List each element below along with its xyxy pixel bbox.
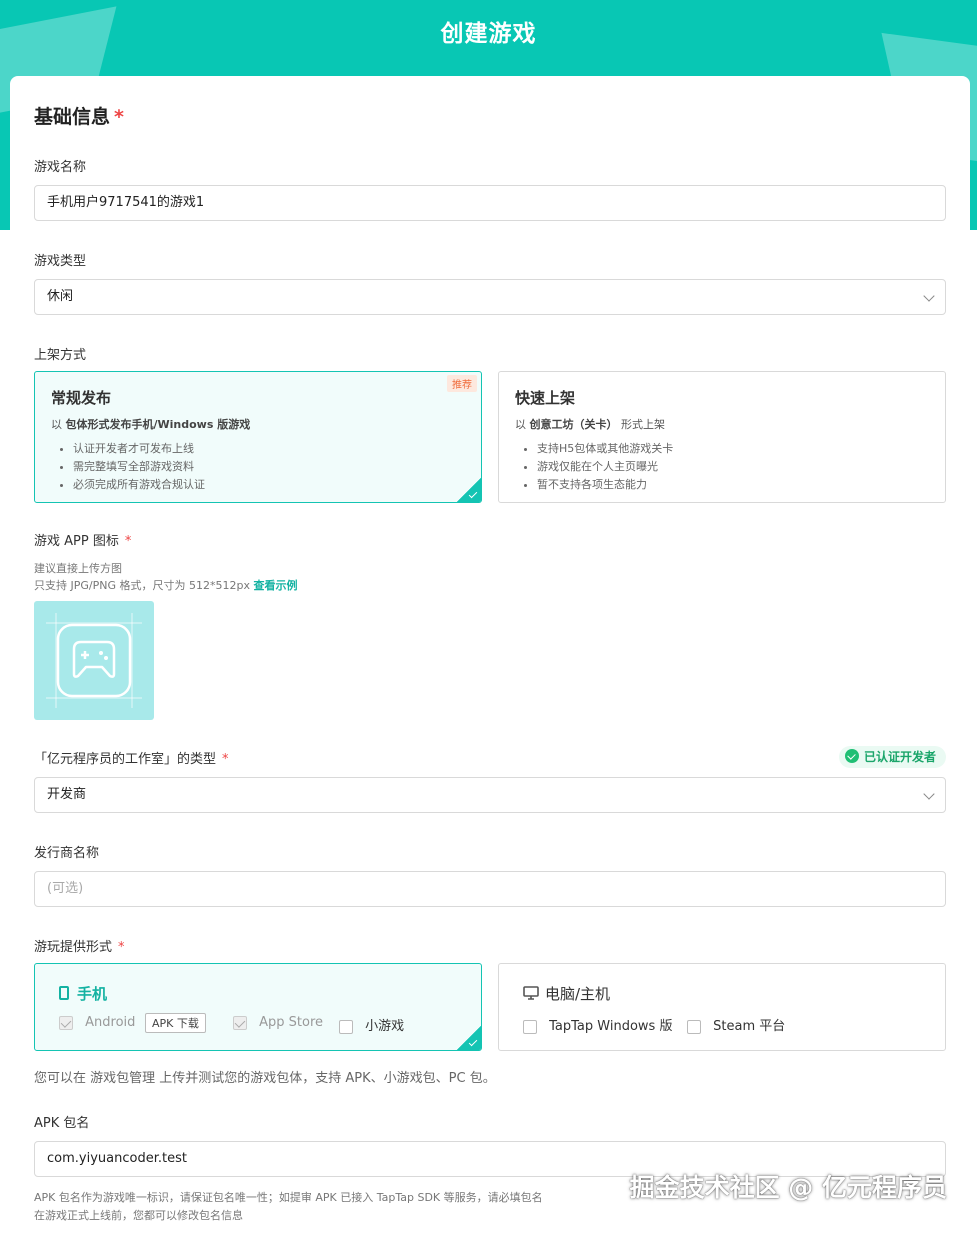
pc-title-text: 电脑/主机 bbox=[545, 985, 611, 1003]
icon-hint-1: 建议直接上传方图 bbox=[34, 562, 122, 575]
apk-hint-1: APK 包名作为游戏唯一标识，请保证包名唯一性；如提审 APK 已接入 TapT… bbox=[34, 1191, 543, 1204]
verified-text: 已认证开发者 bbox=[863, 750, 936, 764]
option-bullets: 支持H5包体或其他游戏关卡 游戏仅能在个人主页曝光 暂不支持各项生态能力 bbox=[537, 440, 673, 494]
selected-check-icon bbox=[457, 478, 481, 502]
studio-type-label-text: 「亿元程序员的工作室」的类型 bbox=[34, 752, 217, 767]
apk-hint-2: 在游戏正式上线前，您都可以修改包名信息 bbox=[34, 1209, 243, 1222]
section-title-text: 基础信息 bbox=[34, 106, 111, 128]
apk-download-tag[interactable]: APK 下载 bbox=[145, 1013, 206, 1033]
game-name-label: 游戏名称 bbox=[34, 160, 87, 175]
desc-bold: 包体形式发布手机/Windows 版游戏 bbox=[65, 418, 251, 431]
checkbox-icon bbox=[687, 1019, 701, 1034]
game-type-select[interactable]: 休闲 bbox=[34, 279, 946, 315]
required-star: * bbox=[118, 940, 125, 955]
studio-type-label: 「亿元程序员的工作室」的类型 * bbox=[34, 748, 229, 767]
apk-name-label: APK 包名 bbox=[34, 1116, 90, 1131]
app-icon-label-text: 游戏 APP 图标 bbox=[34, 534, 119, 549]
bullet: 认证开发者才可发布上线 bbox=[73, 440, 205, 458]
verified-developer-badge: 已认证开发者 bbox=[838, 746, 946, 768]
required-star: * bbox=[114, 106, 124, 128]
windows-checkbox[interactable]: TapTap Windows 版 bbox=[523, 1015, 672, 1034]
publisher-input[interactable]: (可选) bbox=[34, 871, 946, 907]
appstore-label: App Store bbox=[259, 1015, 324, 1030]
mobile-title: 手机 bbox=[59, 983, 107, 1004]
game-name-input[interactable]: 手机用户9717541的游戏1 bbox=[34, 185, 946, 221]
mini-game-label: 小游戏 bbox=[365, 1019, 405, 1034]
desc-prefix: 以 bbox=[515, 418, 530, 431]
play-option-pc[interactable]: 电脑/主机 TapTap Windows 版 Steam 平台 bbox=[498, 963, 946, 1051]
mini-game-checkbox[interactable]: 小游戏 bbox=[339, 1015, 404, 1034]
chevron-down-icon bbox=[923, 788, 935, 800]
package-note: 您可以在 游戏包管理 上传并测试您的游戏包体，支持 APK、小游戏包、PC 包。 bbox=[34, 1071, 496, 1086]
app-icon-upload[interactable] bbox=[34, 601, 154, 720]
bullet: 游戏仅能在个人主页曝光 bbox=[537, 458, 673, 476]
listing-option-quick[interactable]: 快速上架 以 创意工坊（关卡） 形式上架 支持H5包体或其他游戏关卡 游戏仅能在… bbox=[498, 371, 946, 503]
required-star: * bbox=[124, 534, 132, 549]
checkbox-icon bbox=[523, 1019, 537, 1034]
option-title: 快速上架 bbox=[515, 389, 576, 407]
phone-icon bbox=[59, 986, 69, 1000]
icon-hint-2: 只支持 JPG/PNG 格式，尺寸为 512*512px 查看示例 bbox=[34, 577, 297, 593]
desc-bold: 创意工坊（关卡） bbox=[529, 418, 618, 431]
option-description: 以 包体形式发布手机/Windows 版游戏 bbox=[51, 416, 250, 432]
bullet: 暂不支持各项生态能力 bbox=[537, 476, 673, 494]
watermark: 掘金技术社区 @ 亿元程序员 bbox=[629, 1173, 947, 1202]
form-card: 基础信息 * 游戏名称 手机用户9717541的游戏1 游戏类型 休闲 上架方式 … bbox=[10, 76, 970, 1236]
play-option-mobile[interactable]: 手机 Android APK 下载 App Store 小游戏 bbox=[34, 963, 482, 1051]
play-form-label: 游玩提供形式 * bbox=[34, 936, 125, 955]
game-type-value: 休闲 bbox=[47, 289, 74, 304]
gamepad-icon bbox=[46, 613, 142, 708]
bullet: 需完整填写全部游戏资料 bbox=[73, 458, 205, 476]
listing-method-label: 上架方式 bbox=[34, 348, 87, 363]
checkbox-icon bbox=[339, 1019, 353, 1034]
windows-label: TapTap Windows 版 bbox=[549, 1019, 673, 1034]
bullet: 必须完成所有游戏合规认证 bbox=[73, 476, 205, 494]
monitor-icon bbox=[523, 986, 539, 1000]
studio-type-value: 开发商 bbox=[47, 787, 87, 802]
desc-prefix: 以 bbox=[51, 418, 66, 431]
required-star: * bbox=[222, 752, 229, 767]
checkbox-checked-icon bbox=[59, 1015, 73, 1030]
game-type-label: 游戏类型 bbox=[34, 254, 87, 269]
option-bullets: 认证开发者才可发布上线 需完整填写全部游戏资料 必须完成所有游戏合规认证 bbox=[73, 440, 205, 494]
check-circle-icon bbox=[844, 749, 859, 763]
view-example-link[interactable]: 查看示例 bbox=[253, 579, 297, 592]
chevron-down-icon bbox=[923, 290, 935, 302]
listing-option-regular[interactable]: 常规发布 推荐 以 包体形式发布手机/Windows 版游戏 认证开发者才可发布… bbox=[34, 371, 482, 503]
option-description: 以 创意工坊（关卡） 形式上架 bbox=[515, 416, 665, 432]
appstore-checkbox[interactable]: App Store bbox=[233, 1015, 323, 1030]
bullet: 支持H5包体或其他游戏关卡 bbox=[537, 440, 673, 458]
recommend-badge: 推荐 bbox=[447, 375, 477, 392]
mobile-title-text: 手机 bbox=[77, 985, 108, 1003]
app-icon-label: 游戏 APP 图标 * bbox=[34, 530, 131, 549]
selected-check-icon bbox=[457, 1026, 481, 1050]
section-title: 基础信息 * bbox=[34, 102, 124, 129]
android-checkbox[interactable]: Android bbox=[59, 1015, 135, 1030]
steam-checkbox[interactable]: Steam 平台 bbox=[687, 1015, 785, 1034]
steam-label: Steam 平台 bbox=[713, 1019, 786, 1034]
pc-title: 电脑/主机 bbox=[523, 983, 610, 1004]
play-form-label-text: 游玩提供形式 bbox=[34, 940, 113, 955]
publisher-label: 发行商名称 bbox=[34, 846, 100, 861]
page-title: 创建游戏 bbox=[440, 21, 537, 47]
checkbox-checked-icon bbox=[233, 1015, 247, 1030]
studio-type-select[interactable]: 开发商 bbox=[34, 777, 946, 813]
desc-suffix: 形式上架 bbox=[617, 418, 665, 431]
android-label: Android bbox=[85, 1015, 136, 1030]
option-title: 常规发布 bbox=[51, 389, 112, 407]
icon-hint-2-text: 只支持 JPG/PNG 格式，尺寸为 512*512px bbox=[34, 579, 250, 592]
